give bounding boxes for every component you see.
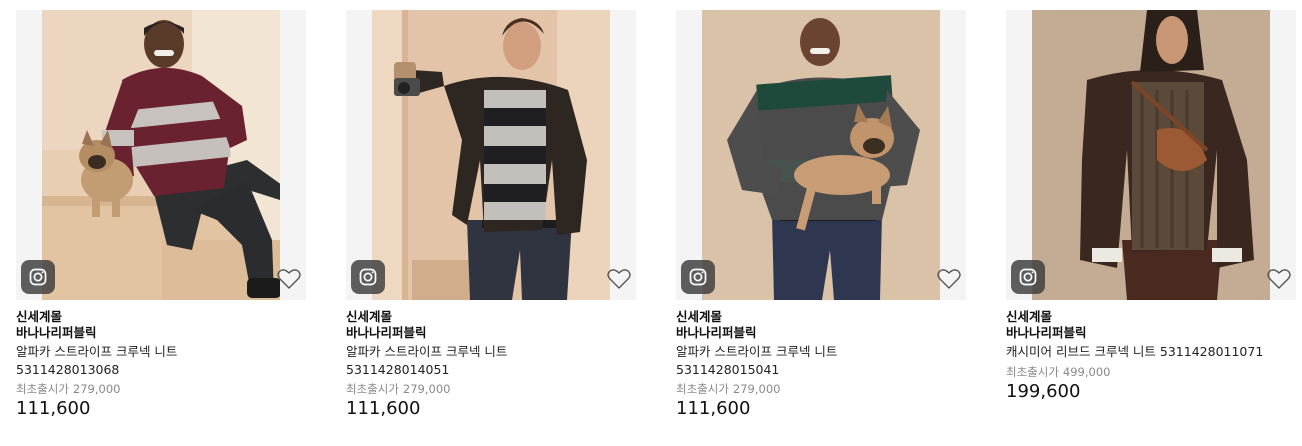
- product-info[interactable]: 신세계몰 바나나리퍼블릭 알파카 스트라이프 크루넥 니트 5311428013…: [16, 309, 306, 420]
- mall-name: 신세계몰: [1006, 309, 1053, 324]
- mall-name: 신세계몰: [16, 309, 63, 324]
- product-card[interactable]: 신세계몰 바나나리퍼블릭 알파카 스트라이프 크루넥 니트 5311428014…: [346, 10, 636, 440]
- product-photo[interactable]: [372, 10, 610, 300]
- original-price: 최초출시가 499,000: [1006, 364, 1296, 380]
- brand-name: 바나나리퍼블릭: [346, 325, 427, 340]
- heart-outline-icon: [607, 269, 631, 289]
- instagram-icon: [359, 268, 377, 286]
- original-price-label: 최초출시가: [16, 382, 69, 396]
- product-card[interactable]: 신세계몰 바나나리퍼블릭 알파카 스트라이프 크루넥 니트 5311428013…: [16, 10, 306, 440]
- original-price: 최초출시가 279,000: [16, 381, 306, 397]
- product-image-frame[interactable]: [1006, 10, 1296, 300]
- instagram-badge-button[interactable]: [681, 260, 715, 294]
- instagram-icon: [689, 268, 707, 286]
- brand-name: 바나나리퍼블릭: [1006, 325, 1087, 340]
- instagram-badge-button[interactable]: [1011, 260, 1045, 294]
- product-grid: 신세계몰 바나나리퍼블릭 알파카 스트라이프 크루넥 니트 5311428013…: [16, 10, 1298, 440]
- product-card[interactable]: 신세계몰 바나나리퍼블릭 캐시미어 리브드 크루넥 니트 53114280110…: [1006, 10, 1296, 440]
- heart-outline-icon: [1267, 269, 1291, 289]
- product-name[interactable]: 알파카 스트라이프 크루넥 니트: [16, 343, 306, 361]
- instagram-icon: [1019, 268, 1037, 286]
- mall-name: 신세계몰: [346, 309, 393, 324]
- original-price-value: 279,000: [72, 382, 121, 396]
- product-photo[interactable]: [702, 10, 940, 300]
- original-price: 최초출시가 279,000: [346, 381, 636, 397]
- original-price: 최초출시가 279,000: [676, 381, 966, 397]
- mall-name: 신세계몰: [676, 309, 723, 324]
- heart-outline-icon: [277, 269, 301, 289]
- product-card[interactable]: 신세계몰 바나나리퍼블릭 알파카 스트라이프 크루넥 니트 5311428015…: [676, 10, 966, 440]
- heart-outline-icon: [937, 269, 961, 289]
- product-code: 5311428015041: [676, 362, 780, 377]
- wishlist-button[interactable]: [936, 266, 962, 292]
- product-photo[interactable]: [1032, 10, 1270, 300]
- product-image-frame[interactable]: [346, 10, 636, 300]
- product-name[interactable]: 알파카 스트라이프 크루넥 니트: [676, 343, 966, 361]
- brand-name: 바나나리퍼블릭: [16, 325, 97, 340]
- original-price-label: 최초출시가: [1006, 365, 1059, 379]
- sale-price: 111,600: [346, 398, 421, 419]
- wishlist-button[interactable]: [606, 266, 632, 292]
- sale-price: 199,600: [1006, 381, 1081, 402]
- sale-price: 111,600: [16, 398, 91, 419]
- instagram-icon: [29, 268, 47, 286]
- wishlist-button[interactable]: [276, 266, 302, 292]
- original-price-value: 279,000: [732, 382, 781, 396]
- brand-name: 바나나리퍼블릭: [676, 325, 757, 340]
- product-image-frame[interactable]: [676, 10, 966, 300]
- product-image-frame[interactable]: [16, 10, 306, 300]
- original-price-value: 279,000: [402, 382, 451, 396]
- product-name[interactable]: 알파카 스트라이프 크루넥 니트: [346, 343, 636, 361]
- product-code: 5311428014051: [346, 362, 450, 377]
- product-photo[interactable]: [42, 10, 280, 300]
- product-info[interactable]: 신세계몰 바나나리퍼블릭 캐시미어 리브드 크루넥 니트 53114280110…: [1006, 309, 1296, 403]
- product-code: 5311428013068: [16, 362, 120, 377]
- original-price-label: 최초출시가: [346, 382, 399, 396]
- sale-price: 111,600: [676, 398, 751, 419]
- instagram-badge-button[interactable]: [351, 260, 385, 294]
- product-info[interactable]: 신세계몰 바나나리퍼블릭 알파카 스트라이프 크루넥 니트 5311428015…: [676, 309, 966, 420]
- original-price-label: 최초출시가: [676, 382, 729, 396]
- instagram-badge-button[interactable]: [21, 260, 55, 294]
- product-name[interactable]: 캐시미어 리브드 크루넥 니트 5311428011071: [1006, 343, 1296, 361]
- wishlist-button[interactable]: [1266, 266, 1292, 292]
- original-price-value: 499,000: [1062, 365, 1111, 379]
- product-info[interactable]: 신세계몰 바나나리퍼블릭 알파카 스트라이프 크루넥 니트 5311428014…: [346, 309, 636, 420]
